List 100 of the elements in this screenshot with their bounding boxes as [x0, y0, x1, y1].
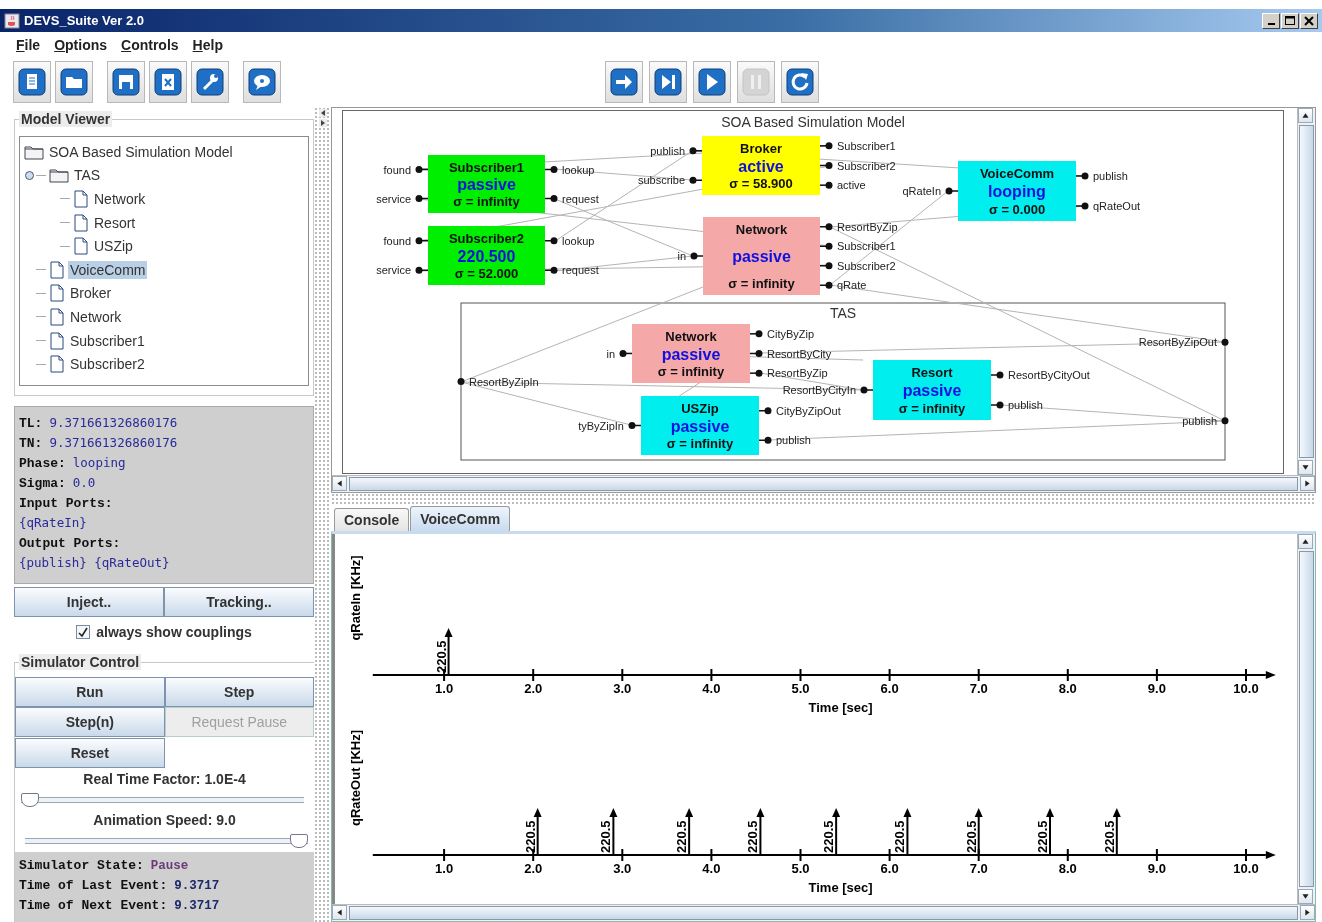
tab[interactable]: Console	[334, 508, 410, 531]
port-label: lookup	[562, 163, 595, 176]
menu-item[interactable]: Controls	[115, 34, 185, 55]
tick-label: 7.0	[969, 681, 988, 696]
port-icon	[1221, 338, 1229, 346]
speech-bubble-icon	[248, 68, 276, 96]
tree-item[interactable]: Resort	[92, 213, 138, 232]
document-icon	[49, 355, 65, 374]
port-icon	[690, 252, 704, 260]
splitter-arrow-icon[interactable]	[318, 109, 327, 117]
tree-item[interactable]: Broker	[68, 284, 114, 303]
refresh-button[interactable]	[781, 61, 819, 103]
event-arrow	[903, 808, 912, 856]
port-icon	[628, 422, 642, 429]
step-icon	[654, 68, 682, 96]
port-label: CityByZipOut	[776, 404, 841, 417]
port-label: service	[376, 264, 411, 277]
port-icon	[544, 195, 558, 202]
tracking-button[interactable]: Tracking..	[164, 586, 314, 617]
speech-bubble-button[interactable]	[243, 61, 281, 103]
model-node[interactable]	[703, 217, 820, 295]
wrench-button[interactable]	[191, 61, 229, 103]
slider-thumb[interactable]	[290, 834, 308, 848]
tree-item[interactable]: TAS	[72, 166, 103, 185]
model-node[interactable]	[428, 155, 545, 213]
info-value: 9.371661326860176	[49, 434, 178, 450]
folder-button[interactable]	[55, 61, 93, 103]
port-label: publish	[650, 144, 685, 157]
spreadsheet-icon	[154, 68, 182, 96]
tree-item[interactable]: Network	[92, 190, 148, 208]
status-label: Simulator State:	[19, 858, 144, 873]
minimize-button[interactable]	[1262, 12, 1280, 29]
scrollbar[interactable]	[332, 475, 1315, 492]
scrollbar[interactable]	[332, 904, 1315, 921]
tree-item[interactable]: SOA Based Simulation Model	[47, 142, 235, 161]
event-label: 220.5	[892, 820, 908, 853]
menu-item[interactable]: Help	[186, 34, 229, 55]
port-icon	[758, 436, 772, 444]
port-icon	[544, 166, 558, 173]
port-label: Subscriber1	[837, 240, 896, 253]
model-node[interactable]	[641, 396, 759, 455]
maximize-icon	[1284, 14, 1296, 27]
control-button[interactable]: Step(n)	[15, 707, 165, 737]
document-icon	[49, 331, 65, 350]
pause-icon	[742, 68, 770, 96]
slider-thumb[interactable]	[21, 793, 39, 807]
info-label: TN:	[19, 435, 43, 451]
close-button[interactable]	[1300, 12, 1318, 29]
control-button[interactable]: Step	[164, 676, 314, 707]
inject-button[interactable]: Inject..	[14, 586, 164, 617]
model-node[interactable]	[632, 324, 750, 383]
forward-button[interactable]	[605, 61, 643, 103]
node-name: VoiceComm	[979, 166, 1055, 181]
coupled-model-title: TAS	[829, 305, 857, 321]
tick-label: 7.0	[969, 861, 988, 876]
node-name: Subscriber1	[448, 160, 525, 175]
event-label: 220.5	[821, 820, 837, 853]
scrollbar[interactable]	[1297, 108, 1315, 475]
port-icon	[819, 242, 833, 250]
info-label: Phase:	[19, 455, 66, 471]
model-node[interactable]	[958, 161, 1076, 221]
tree-item[interactable]: VoiceComm	[68, 260, 148, 279]
port-icon	[819, 162, 833, 169]
checkbox[interactable]	[76, 625, 91, 640]
model-node[interactable]	[428, 226, 545, 285]
wrench-icon	[196, 68, 224, 96]
node-sigma: σ = infinity	[728, 276, 795, 291]
control-button[interactable]: Reset	[15, 737, 165, 768]
menu-item[interactable]: File	[10, 34, 47, 55]
step-button[interactable]	[649, 61, 687, 103]
info-value: 9.371661326860176	[49, 414, 178, 430]
event-label: 220.5	[674, 820, 690, 853]
tree-item[interactable]: Network	[68, 307, 124, 326]
splitter-arrow-icon[interactable]	[318, 119, 327, 127]
folder-icon	[24, 143, 44, 160]
maximize-button[interactable]	[1281, 12, 1299, 29]
tab[interactable]: VoiceComm	[410, 506, 511, 531]
port-label: found	[383, 234, 411, 247]
document-button[interactable]	[13, 61, 51, 103]
tree-item[interactable]: USZip	[92, 237, 135, 256]
save-button[interactable]	[107, 61, 145, 103]
refresh-icon	[786, 68, 814, 96]
node-sigma: σ = infinity	[666, 436, 734, 451]
document-icon	[49, 284, 65, 303]
control-button[interactable]: Run	[15, 676, 165, 707]
play-button[interactable]	[693, 61, 731, 103]
node-name: Resort	[911, 365, 953, 380]
scrollbar[interactable]	[1297, 534, 1315, 904]
tree-item[interactable]: Subscriber1	[68, 331, 147, 350]
tree-item[interactable]: Subscriber2	[68, 355, 147, 374]
tick-label: 1.0	[435, 681, 454, 696]
port-label: ResortByCityIn	[782, 384, 856, 396]
model-node[interactable]	[702, 136, 820, 195]
node-name: Network	[735, 222, 788, 237]
spreadsheet-button[interactable]	[149, 61, 187, 103]
model-node[interactable]	[873, 360, 991, 420]
port-label: found	[383, 163, 411, 176]
expand-handle[interactable]	[25, 170, 34, 180]
port-label: CityByZip	[767, 327, 815, 340]
menu-item[interactable]: Options	[48, 34, 114, 55]
